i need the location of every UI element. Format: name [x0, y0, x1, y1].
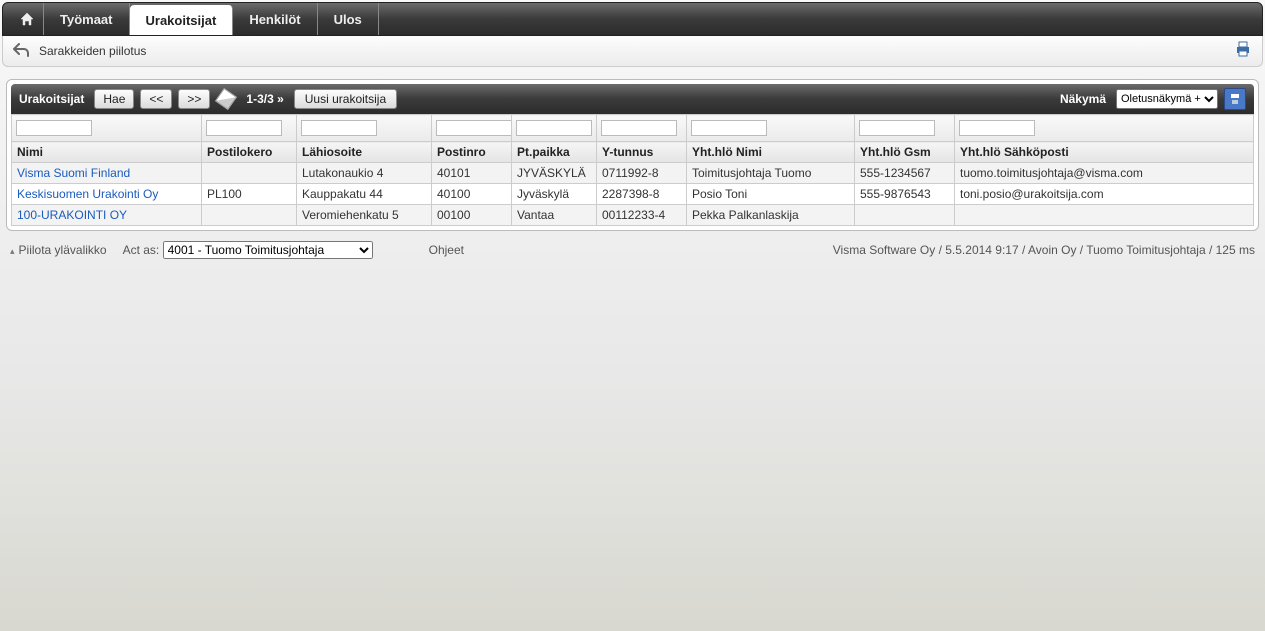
cell: JYVÄSKYLÄ: [512, 163, 597, 184]
col-ytunnus[interactable]: Y-tunnus: [597, 142, 687, 163]
cell: Jyväskylä: [512, 184, 597, 205]
view-select[interactable]: Oletusnäkymä +: [1116, 89, 1218, 109]
filter-postinro[interactable]: [436, 120, 512, 136]
table-row: Visma Suomi Finland Lutakonaukio 4 40101…: [12, 163, 1254, 184]
filter-row: [12, 115, 1254, 142]
tab-henkilot[interactable]: Henkilöt: [233, 3, 317, 35]
col-postilokero[interactable]: Postilokero: [202, 142, 297, 163]
row-link[interactable]: Visma Suomi Finland: [17, 166, 130, 180]
col-yhtgsm[interactable]: Yht.hlö Gsm: [855, 142, 955, 163]
col-yhtnimi[interactable]: Yht.hlö Nimi: [687, 142, 855, 163]
cell: Kauppakatu 44: [297, 184, 432, 205]
col-yhtemail[interactable]: Yht.hlö Sähköposti: [955, 142, 1254, 163]
table-row: Keskisuomen Urakointi Oy PL100 Kauppakat…: [12, 184, 1254, 205]
data-grid: Nimi Postilokero Lähiosoite Postinro Pt.…: [11, 114, 1254, 226]
cell: 0711992-8: [597, 163, 687, 184]
cell: [202, 205, 297, 226]
cell: Toimitusjohtaja Tuomo: [687, 163, 855, 184]
cell: 00100: [432, 205, 512, 226]
footer-status: Visma Software Oy / 5.5.2014 9:17 / Avoi…: [833, 243, 1255, 257]
filter-ytunnus[interactable]: [601, 120, 677, 136]
search-button[interactable]: Hae: [94, 89, 134, 109]
cell: [955, 205, 1254, 226]
tab-tyomaat[interactable]: Työmaat: [44, 3, 130, 35]
home-icon[interactable]: [11, 3, 44, 35]
cell: Veromiehenkatu 5: [297, 205, 432, 226]
hide-top-menu-link[interactable]: Piilota ylävalikko: [10, 243, 107, 257]
back-icon[interactable]: [13, 43, 29, 60]
cell: Posio Toni: [687, 184, 855, 205]
act-as-label: Act as:: [123, 243, 160, 257]
save-view-icon[interactable]: [1224, 88, 1246, 110]
cell: Pekka Palkanlaskija: [687, 205, 855, 226]
cell: 40101: [432, 163, 512, 184]
col-nimi[interactable]: Nimi: [12, 142, 202, 163]
cell: toni.posio@urakoitsija.com: [955, 184, 1254, 205]
filter-nimi[interactable]: [16, 120, 92, 136]
tab-ulos[interactable]: Ulos: [318, 3, 379, 35]
print-icon[interactable]: [1234, 41, 1252, 62]
header-row: Nimi Postilokero Lähiosoite Postinro Pt.…: [12, 142, 1254, 163]
cell: 2287398-8: [597, 184, 687, 205]
cell: 555-1234567: [855, 163, 955, 184]
filter-yhtgsm[interactable]: [859, 120, 935, 136]
filter-lahiosoite[interactable]: [301, 120, 377, 136]
cell: 555-9876543: [855, 184, 955, 205]
col-lahiosoite[interactable]: Lähiosoite: [297, 142, 432, 163]
new-urakoitsija-button[interactable]: Uusi urakoitsija: [294, 89, 397, 109]
act-as-select[interactable]: 4001 - Tuomo Toimitusjohtaja: [163, 241, 373, 259]
filter-yhtnimi[interactable]: [691, 120, 767, 136]
cell: [855, 205, 955, 226]
cell: Lutakonaukio 4: [297, 163, 432, 184]
help-link[interactable]: Ohjeet: [429, 243, 464, 257]
urakoitsijat-panel: Urakoitsijat Hae << >> 1-3/3 » Uusi urak…: [6, 79, 1259, 231]
cell: 40100: [432, 184, 512, 205]
toolbar: Sarakkeiden piilotus: [2, 36, 1263, 67]
cell: tuomo.toimitusjohtaja@visma.com: [955, 163, 1254, 184]
prev-page-button[interactable]: <<: [140, 89, 172, 109]
next-page-button[interactable]: >>: [178, 89, 210, 109]
cell: [202, 163, 297, 184]
pager-text: 1-3/3 »: [246, 92, 283, 106]
filter-yhtemail[interactable]: [959, 120, 1035, 136]
col-postinro[interactable]: Postinro: [432, 142, 512, 163]
view-label: Näkymä: [1060, 92, 1106, 106]
panel-header: Urakoitsijat Hae << >> 1-3/3 » Uusi urak…: [11, 84, 1254, 114]
footer: Piilota ylävalikko Act as: 4001 - Tuomo …: [10, 241, 1255, 259]
top-nav: Työmaat Urakoitsijat Henkilöt Ulos: [2, 2, 1263, 36]
table-row: 100-URAKOINTI OY Veromiehenkatu 5 00100 …: [12, 205, 1254, 226]
cell: PL100: [202, 184, 297, 205]
panel-title: Urakoitsijat: [19, 92, 84, 106]
row-link[interactable]: 100-URAKOINTI OY: [17, 208, 127, 222]
cell: 00112233-4: [597, 205, 687, 226]
row-link[interactable]: Keskisuomen Urakointi Oy: [17, 187, 158, 201]
tab-urakoitsijat[interactable]: Urakoitsijat: [130, 5, 234, 35]
columns-toggle-link[interactable]: Sarakkeiden piilotus: [39, 44, 146, 58]
cell: Vantaa: [512, 205, 597, 226]
col-ptpaikka[interactable]: Pt.paikka: [512, 142, 597, 163]
eraser-icon[interactable]: [215, 88, 237, 110]
filter-ptpaikka[interactable]: [516, 120, 592, 136]
filter-postilokero[interactable]: [206, 120, 282, 136]
